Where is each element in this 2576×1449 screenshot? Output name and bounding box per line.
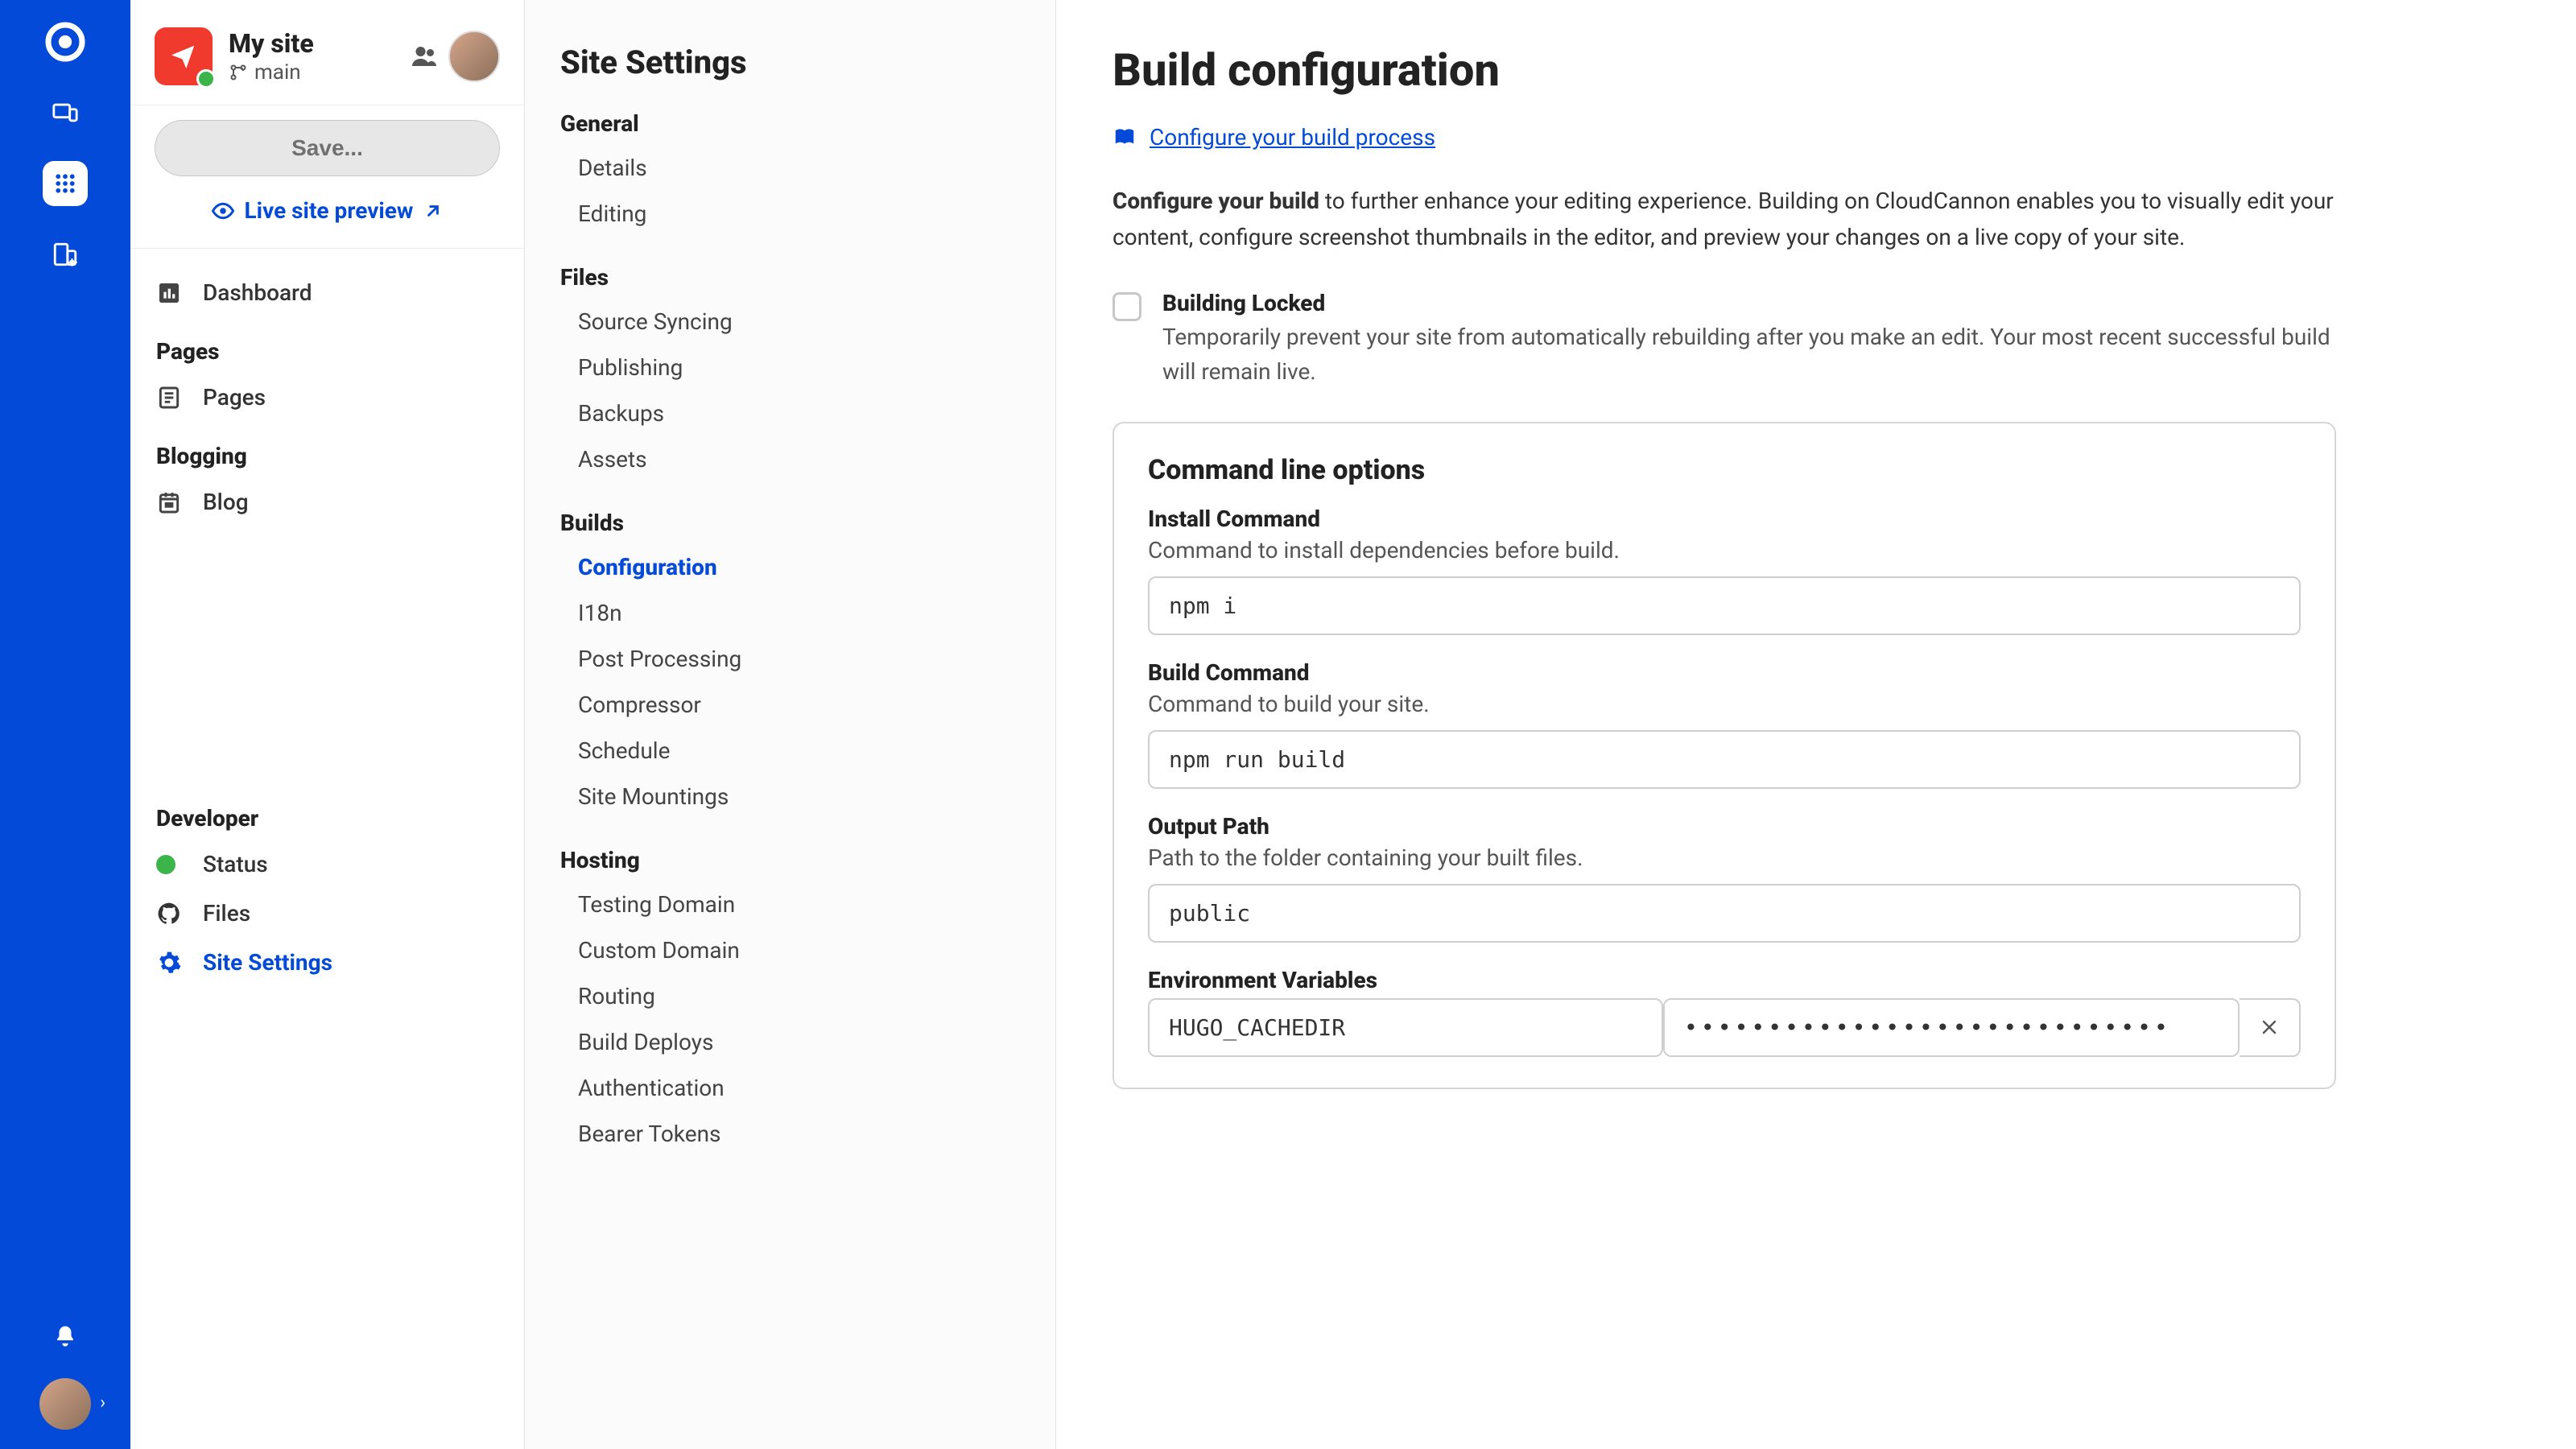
save-button[interactable]: Save...	[155, 120, 500, 176]
primary-nav: Dashboard Pages Pages Blogging Blog Deve…	[130, 249, 524, 1449]
main-content: Build configuration Configure your build…	[1056, 0, 2576, 1449]
collaborators-icon[interactable]	[410, 42, 439, 71]
settings-item-source-syncing[interactable]: Source Syncing	[560, 299, 1020, 345]
app-logo-icon	[43, 19, 88, 64]
settings-item-post-processing[interactable]: Post Processing	[560, 636, 1020, 682]
book-icon	[1113, 126, 1137, 150]
status-dot-icon	[196, 69, 216, 89]
live-preview-link[interactable]: Live site preview	[155, 197, 500, 224]
settings-item-editing[interactable]: Editing	[560, 191, 1020, 237]
building-locked-desc: Temporarily prevent your site from autom…	[1162, 320, 2336, 390]
external-link-icon	[423, 200, 444, 221]
site-name: My site	[229, 28, 394, 59]
icon-rail	[0, 0, 130, 1449]
nav-heading-blogging: Blogging	[130, 422, 524, 477]
github-icon	[156, 901, 185, 927]
building-locked-checkbox[interactable]	[1113, 292, 1141, 321]
settings-item-site-mountings[interactable]: Site Mountings	[560, 774, 1020, 819]
settings-item-bearer-tokens[interactable]: Bearer Tokens	[560, 1111, 1020, 1157]
building-locked-row: Building Locked Temporarily prevent your…	[1113, 290, 2336, 390]
building-locked-title: Building Locked	[1162, 290, 2336, 316]
env-value-input[interactable]	[1663, 998, 2240, 1057]
dashboard-icon	[156, 280, 185, 306]
collaborator-avatar[interactable]	[448, 31, 500, 82]
gear-icon	[156, 950, 185, 976]
settings-item-publishing[interactable]: Publishing	[560, 345, 1020, 390]
site-header: My site main	[130, 0, 524, 105]
rail-apps-icon[interactable]	[43, 161, 88, 206]
settings-item-testing-domain[interactable]: Testing Domain	[560, 881, 1020, 927]
cli-options-card: Command line options Install Command Com…	[1113, 422, 2336, 1089]
primary-sidebar: My site main Save... Live site preview	[130, 0, 525, 1449]
intro-text: Configure your build to further enhance …	[1113, 183, 2336, 256]
install-command-input[interactable]	[1148, 576, 2301, 635]
env-vars-field: Environment Variables	[1148, 967, 2301, 1057]
settings-item-routing[interactable]: Routing	[560, 973, 1020, 1019]
page-title: Build configuration	[1113, 43, 2520, 97]
settings-sidebar: Site Settings General Details Editing Fi…	[525, 0, 1056, 1449]
eye-icon	[211, 199, 235, 223]
settings-item-authentication[interactable]: Authentication	[560, 1065, 1020, 1111]
cli-options-title: Command line options	[1148, 454, 2301, 486]
rail-org-icon[interactable]	[43, 232, 88, 277]
doc-link[interactable]: Configure your build process	[1113, 124, 2520, 151]
output-path-field: Output Path Path to the folder containin…	[1148, 813, 2301, 943]
nav-pages[interactable]: Pages	[130, 373, 524, 422]
blog-icon	[156, 489, 185, 515]
settings-item-configuration[interactable]: Configuration	[560, 544, 1020, 590]
site-branch: main	[229, 60, 394, 85]
nav-files[interactable]: Files	[130, 889, 524, 938]
site-logo-icon	[155, 27, 213, 85]
output-path-input[interactable]	[1148, 884, 2301, 943]
branch-icon	[229, 63, 248, 82]
nav-dashboard[interactable]: Dashboard	[130, 268, 524, 317]
nav-heading-developer: Developer	[130, 784, 524, 840]
settings-item-assets[interactable]: Assets	[560, 436, 1020, 482]
env-remove-button[interactable]	[2240, 998, 2301, 1057]
env-key-input[interactable]	[1148, 998, 1663, 1057]
settings-group-hosting: Hosting	[560, 847, 1020, 873]
status-icon	[156, 855, 185, 874]
settings-item-build-deploys[interactable]: Build Deploys	[560, 1019, 1020, 1065]
nav-site-settings[interactable]: Site Settings	[130, 938, 524, 987]
nav-heading-pages: Pages	[130, 317, 524, 373]
settings-item-details[interactable]: Details	[560, 145, 1020, 191]
pages-icon	[156, 385, 185, 411]
rail-devices-icon[interactable]	[43, 90, 88, 135]
settings-group-builds: Builds	[560, 510, 1020, 536]
nav-blog[interactable]: Blog	[130, 477, 524, 526]
build-command-input[interactable]	[1148, 730, 2301, 789]
nav-status[interactable]: Status	[130, 840, 524, 889]
install-command-field: Install Command Command to install depen…	[1148, 506, 2301, 635]
user-avatar[interactable]	[39, 1378, 91, 1430]
settings-item-i18n[interactable]: I18n	[560, 590, 1020, 636]
settings-title: Site Settings	[560, 43, 1020, 81]
settings-group-files: Files	[560, 264, 1020, 291]
settings-item-custom-domain[interactable]: Custom Domain	[560, 927, 1020, 973]
settings-item-schedule[interactable]: Schedule	[560, 728, 1020, 774]
notifications-icon[interactable]	[43, 1314, 88, 1359]
settings-item-backups[interactable]: Backups	[560, 390, 1020, 436]
settings-group-general: General	[560, 110, 1020, 137]
settings-item-compressor[interactable]: Compressor	[560, 682, 1020, 728]
build-command-field: Build Command Command to build your site…	[1148, 659, 2301, 789]
close-icon	[2260, 1018, 2279, 1037]
